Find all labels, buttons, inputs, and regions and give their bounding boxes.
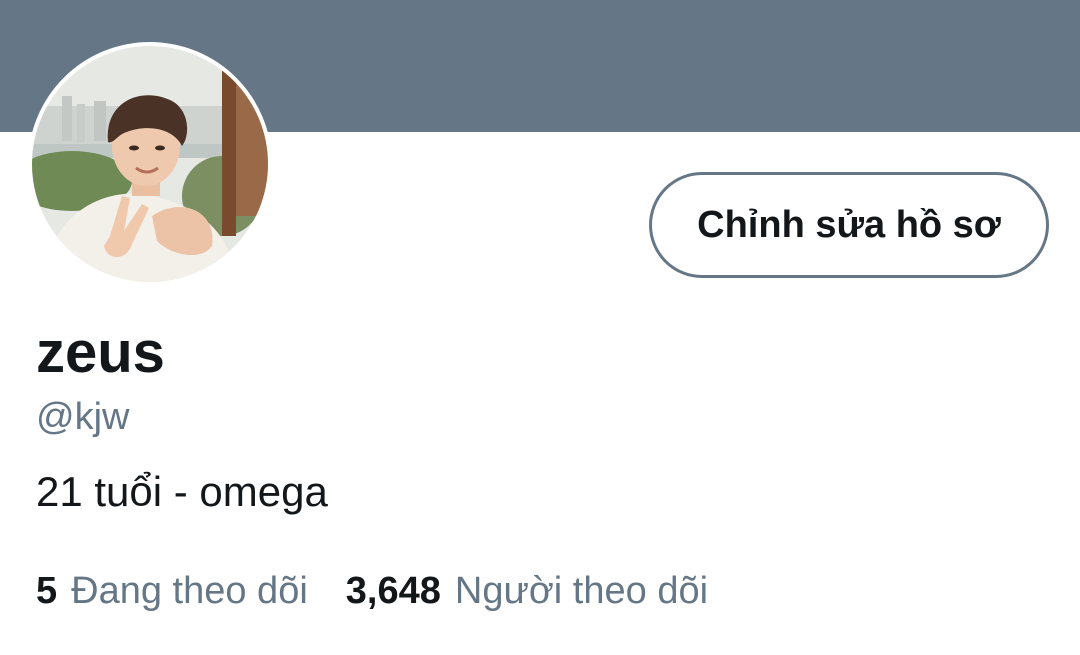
edit-profile-button[interactable]: Chỉnh sửa hồ sơ (649, 172, 1049, 278)
user-handle: @kjw (36, 396, 130, 438)
profile-bio: 21 tuổi - omega (36, 468, 328, 515)
followers-count: 3,648 (345, 570, 441, 612)
following-label: Đang theo dõi (71, 570, 308, 612)
following-count: 5 (36, 570, 58, 612)
avatar[interactable] (28, 42, 272, 286)
followers-link[interactable]: 3,648 Người theo dõi (346, 566, 708, 616)
display-name: zeus (36, 320, 165, 385)
follow-stats: 5 Đang theo dõi 3,648 Người theo dõi (36, 566, 708, 616)
profile-photo-icon (32, 46, 268, 282)
following-link[interactable]: 5 Đang theo dõi (36, 566, 308, 616)
followers-label: Người theo dõi (454, 570, 709, 612)
profile-header: Chỉnh sửa hồ sơ zeus @kjw 21 tuổi - omeg… (0, 0, 1080, 655)
